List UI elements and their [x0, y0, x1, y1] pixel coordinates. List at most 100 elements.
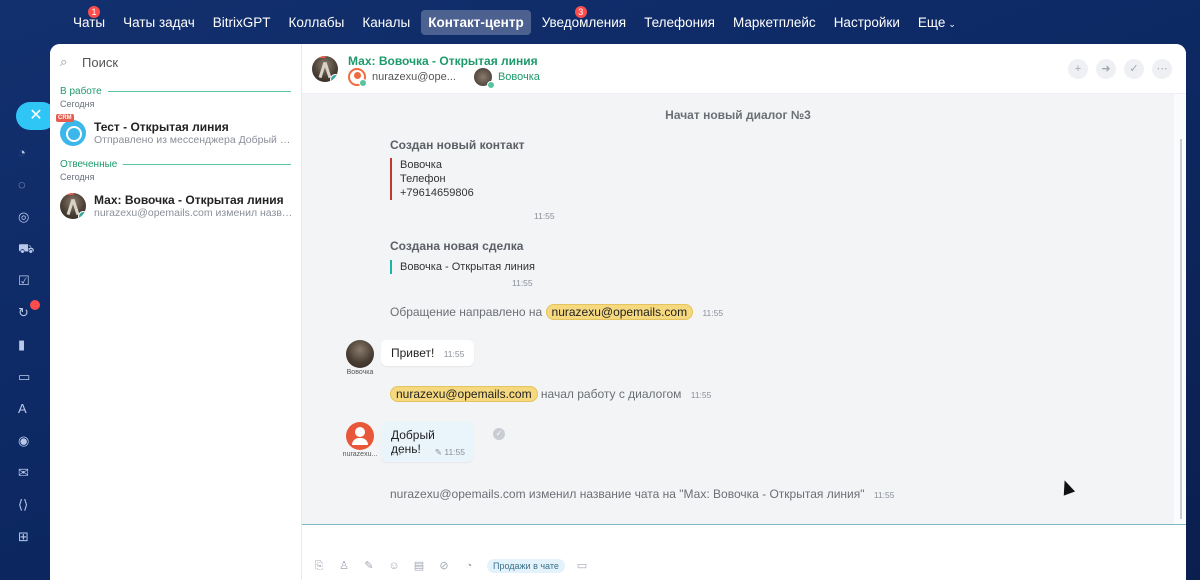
top-nav: Чаты 1 Чаты задач BitrixGPT Коллабы Канал… [0, 0, 1200, 44]
nav-marketplace[interactable]: Маркетплейс [726, 10, 823, 35]
nav-collabs[interactable]: Коллабы [282, 10, 352, 35]
dialog-area: CRM Мах: Вовочка - Открытая линия nuraze… [302, 44, 1186, 580]
message-bubble[interactable]: Добрый день! ✓✓ ✎ 11:55 [381, 422, 473, 462]
timestamp: 11:55 [534, 211, 555, 221]
chat-preview: nurazexu@opemails.com изменил названи... [94, 207, 291, 219]
market-icon[interactable]: ⊞ [18, 528, 36, 546]
nav-contact-center[interactable]: Контакт-центр [421, 9, 531, 35]
dialog-avatar[interactable]: CRM [312, 56, 338, 82]
chat-icon[interactable]: ◔ [18, 144, 36, 162]
nav-telephony[interactable]: Телефония [637, 10, 722, 35]
mention[interactable]: nurazexu@opemails.com [545, 304, 694, 320]
analytics-icon[interactable]: ▮ [18, 336, 36, 354]
phone-label: Телефон [400, 173, 446, 185]
nav-settings[interactable]: Настройки [827, 10, 907, 35]
chat-title: Мах: Вовочка - Открытая линия [94, 193, 284, 207]
client-mini-avatar[interactable] [473, 68, 495, 89]
add-icon[interactable]: + [1068, 59, 1088, 79]
composer-toolbar: ⎘ ♙ ✎ ☺ ▤ ⊘ ◔ Продажи в чате ▭ [312, 559, 600, 573]
payment-icon[interactable]: ◔ [462, 559, 476, 573]
timestamp: 11:55 [873, 490, 895, 500]
dialog-header: CRM Мах: Вовочка - Открытая линия nuraze… [302, 44, 1186, 94]
chats-badge: 1 [88, 5, 100, 18]
mouse-cursor-icon [1058, 478, 1076, 496]
mail-icon[interactable]: ✉ [18, 464, 36, 482]
timestamp: 11:55 [444, 447, 465, 457]
recent-list: ⌕ Поиск В работе Сегодня CRM Тест - Откр… [50, 44, 302, 580]
section-title: В работе [60, 86, 102, 97]
text-icon[interactable]: A [18, 400, 36, 418]
chat-bubble-icon[interactable]: ▭ [18, 368, 36, 386]
chat-preview: Отправлено из мессенджера Добрый день! [94, 134, 291, 146]
chevron-down-icon: ⌄ [948, 18, 956, 29]
renamed-line: nurazexu@opemails.com изменил название ч… [390, 487, 895, 501]
dialog-start-title: Начат новый диалог №3 [665, 108, 811, 122]
dialog-members: nurazexu@ope... Вовочка [348, 68, 540, 89]
author-name: Вовочка [346, 369, 374, 376]
attach-icon[interactable]: ⎘ [312, 559, 326, 573]
client-avatar: CRM [60, 193, 86, 219]
nav-chats[interactable]: Чаты 1 [66, 5, 112, 35]
smile-icon[interactable]: ☺ [387, 559, 401, 573]
search-field[interactable]: ⌕ Поиск [50, 44, 301, 80]
sync-badge [30, 300, 40, 310]
client-name[interactable]: Вовочка [498, 71, 540, 83]
deal-card[interactable]: Вовочка - Открытая линия [390, 260, 535, 274]
cart-icon[interactable]: ⛟ [18, 240, 36, 258]
deal-name: Вовочка - Открытая линия [400, 261, 535, 273]
message-composer[interactable]: ⎘ ♙ ✎ ☺ ▤ ⊘ ◔ Продажи в чате ▭ [302, 524, 1186, 580]
archive-icon[interactable]: ▤ [412, 559, 426, 573]
messenger-panel: ⌕ Поиск В работе Сегодня CRM Тест - Откр… [50, 44, 1186, 580]
client-message-avatar[interactable] [346, 340, 374, 368]
copilot-icon[interactable]: ◌ [18, 176, 36, 194]
more-icon[interactable]: ⋯ [1152, 59, 1172, 79]
header-actions: + ➜ ✓ ⋯ [1060, 59, 1172, 79]
compass-icon[interactable]: ◎ [18, 208, 36, 226]
tasks-icon[interactable]: ☑ [18, 272, 36, 290]
message-text: Привет! [391, 346, 435, 360]
day-label: Сегодня [60, 99, 95, 109]
operator-name[interactable]: nurazexu@ope... [372, 71, 456, 83]
scrollbar-thumb[interactable] [1180, 139, 1182, 519]
operator-avatar[interactable] [348, 68, 367, 87]
phone-value: +79614659806 [400, 187, 474, 199]
nav-bitrixgpt[interactable]: BitrixGPT [206, 10, 278, 35]
section-answered: Отвеченные [50, 153, 301, 170]
telephony-icon[interactable]: ◉ [18, 432, 36, 450]
templates-icon[interactable]: ▭ [575, 559, 589, 573]
code-icon[interactable]: ⟨⟩ [18, 496, 36, 514]
timestamp: 11:55 [690, 390, 712, 400]
message-list: Начат новый диалог №3 Создан новый конта… [302, 94, 1174, 524]
recent-chat-item[interactable]: CRM Тест - Открытая линия Отправлено из … [50, 113, 301, 153]
contact-name: Вовочка [400, 159, 442, 171]
nav-task-chats[interactable]: Чаты задач [116, 10, 202, 35]
message-bubble[interactable]: Привет! 11:55 [381, 340, 475, 366]
routed-line: Обращение направлено на nurazexu@opemail… [390, 304, 724, 320]
timestamp: 11:55 [512, 278, 533, 288]
operator-message-avatar[interactable] [346, 422, 374, 450]
openline-avatar: CRM [56, 114, 86, 146]
recent-chat-item[interactable]: CRM Мах: Вовочка - Открытая линия nuraze… [50, 186, 301, 226]
finish-icon[interactable]: ✓ [1124, 59, 1144, 79]
dialog-title[interactable]: Мах: Вовочка - Открытая линия [348, 54, 538, 68]
edit-icon[interactable]: ✎ [362, 559, 376, 573]
notifications-badge: 3 [574, 5, 587, 18]
sales-in-chat-button[interactable]: Продажи в чате [487, 559, 565, 573]
nav-notifications[interactable]: Уведомления 3 [535, 5, 633, 35]
forward-icon[interactable]: ➜ [1096, 59, 1116, 79]
user-icon[interactable]: ♙ [337, 559, 351, 573]
timestamp: 11:55 [702, 308, 724, 318]
search-icon: ⌕ [60, 54, 68, 69]
nav-channels[interactable]: Каналы [355, 10, 417, 35]
mention[interactable]: nurazexu@opemails.com [390, 386, 538, 402]
nav-more[interactable]: Еще ⌄ [911, 10, 963, 35]
hide-icon[interactable]: ⊘ [437, 559, 451, 573]
section-title: Отвеченные [60, 159, 118, 170]
reaction-icon[interactable]: ✓ [493, 428, 505, 440]
author-name: nurazexu... [342, 451, 378, 458]
read-check-icon: ✓✓ [391, 449, 405, 458]
crm-tag: CRM [312, 56, 326, 58]
search-placeholder: Поиск [82, 54, 119, 70]
contact-card[interactable]: Вовочка Телефон +79614659806 [390, 158, 474, 200]
messenger-badge [330, 74, 338, 82]
